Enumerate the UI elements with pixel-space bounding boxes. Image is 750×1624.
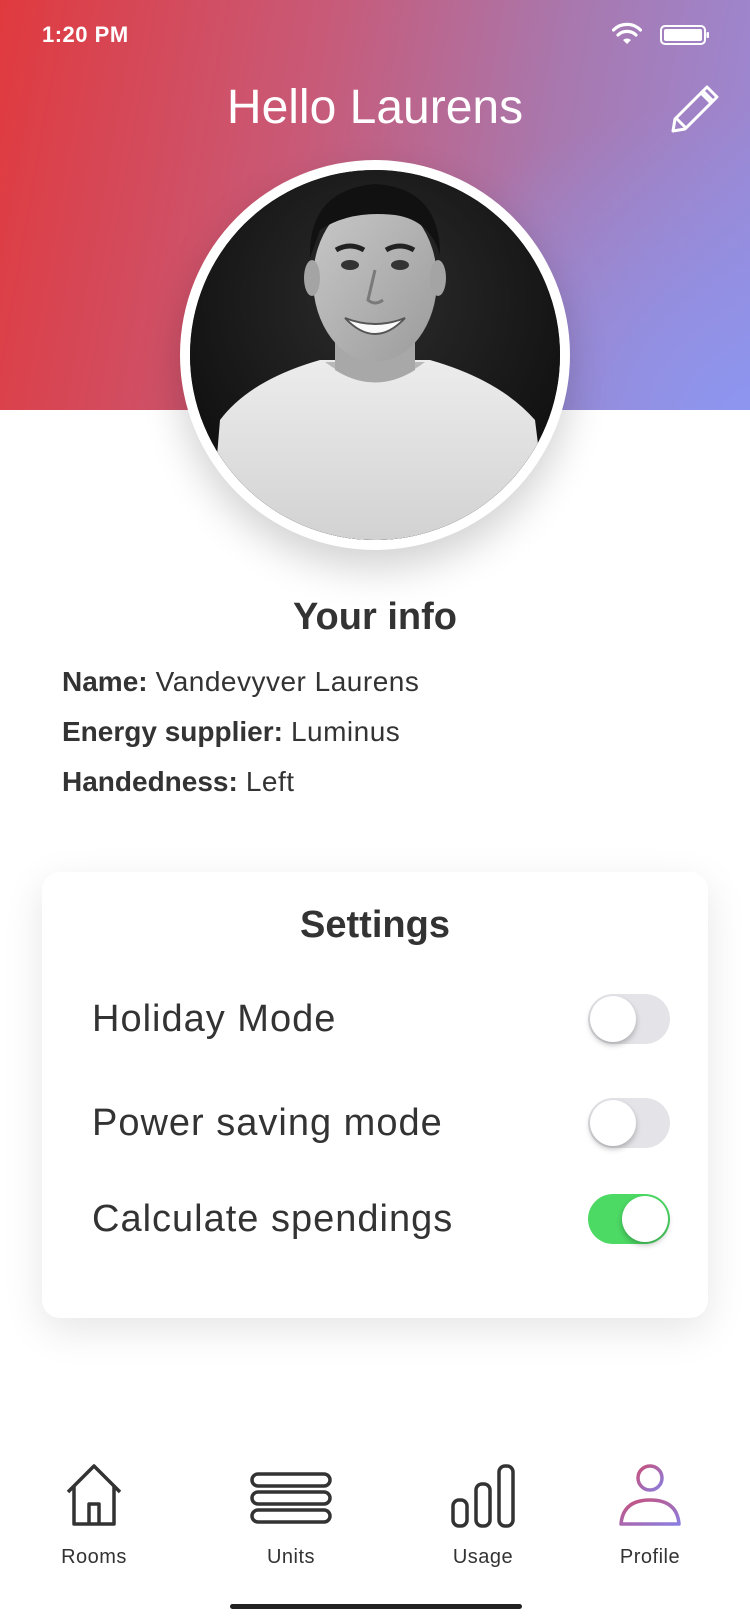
profile-photo (190, 170, 560, 540)
info-value: Vandevyver Laurens (155, 666, 420, 697)
toggle-knob (590, 996, 636, 1042)
info-title: Your info (293, 596, 457, 638)
setting-label: Holiday Mode (92, 998, 337, 1040)
page-title: Hello Laurens (226, 81, 524, 134)
setting-row-power-saving-mode: Power saving mode (92, 1094, 672, 1154)
units-icon (250, 1472, 332, 1524)
setting-row-calculate-spendings: Calculate spendings (92, 1190, 672, 1250)
tab-rooms[interactable]: Rooms (34, 1460, 154, 1570)
tab-bar: Rooms Units Usage Profile (0, 1460, 750, 1580)
pencil-icon (671, 85, 719, 133)
home-indicator (230, 1604, 522, 1609)
tab-label: Usage (452, 1546, 514, 1568)
avatar[interactable] (190, 170, 560, 540)
power-saving-mode-toggle[interactable] (588, 1098, 670, 1148)
edit-profile-button[interactable] (664, 78, 726, 140)
info-label: Name: (62, 666, 148, 697)
info-row-energy-supplier: Energy supplier: Luminus (62, 716, 400, 748)
setting-label: Calculate spendings (92, 1198, 454, 1240)
bar-chart-icon (451, 1464, 515, 1528)
holiday-mode-toggle[interactable] (588, 994, 670, 1044)
settings-title: Settings (300, 904, 450, 946)
tab-label: Profile (619, 1546, 681, 1568)
setting-row-holiday-mode: Holiday Mode (92, 990, 672, 1050)
info-label: Handedness: (62, 766, 238, 797)
info-row-name: Name: Vandevyver Laurens (62, 666, 419, 698)
info-label: Energy supplier: (62, 716, 283, 747)
avatar-frame (180, 160, 570, 550)
battery-icon (660, 25, 709, 45)
tab-label: Units (266, 1546, 316, 1568)
settings-card: Settings Holiday Mode Power saving mode … (42, 872, 708, 1318)
tab-units[interactable]: Units (231, 1460, 351, 1570)
info-row-handedness: Handedness: Left (62, 766, 295, 798)
wifi-icon (612, 22, 642, 44)
toggle-knob (590, 1100, 636, 1146)
tab-label: Rooms (61, 1546, 127, 1568)
status-time: 1:20 PM (42, 22, 129, 47)
setting-label: Power saving mode (92, 1102, 443, 1144)
person-icon (619, 1464, 681, 1526)
toggle-knob (622, 1196, 668, 1242)
info-value: Luminus (290, 716, 401, 747)
info-value: Left (245, 766, 295, 797)
house-icon (66, 1464, 122, 1526)
tab-profile[interactable]: Profile (590, 1460, 710, 1570)
status-bar: 1:20 PM (0, 0, 750, 70)
calculate-spendings-toggle[interactable] (588, 1194, 670, 1244)
tab-usage[interactable]: Usage (423, 1460, 543, 1570)
